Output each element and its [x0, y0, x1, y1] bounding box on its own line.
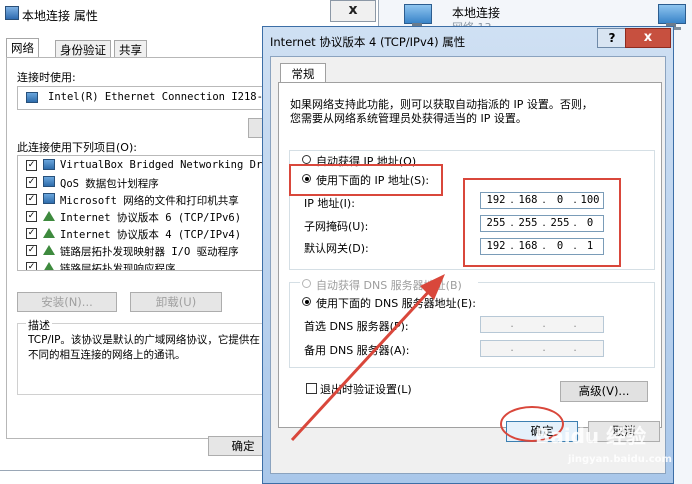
- protocol-icon: [43, 262, 55, 270]
- item-label: QoS 数据包计划程序: [60, 178, 159, 190]
- item-label: Microsoft 网络的文件和打印机共享: [60, 195, 239, 207]
- help-button[interactable]: ?: [597, 28, 627, 48]
- list-item[interactable]: ✓ 链路层拓扑发现响应程序: [18, 258, 268, 271]
- baidu-watermark: Baidu 经验: [535, 424, 647, 448]
- window-icon: [5, 6, 19, 20]
- dialog-close-button[interactable]: x: [625, 28, 671, 48]
- default-gateway-label: 默认网关(D):: [304, 242, 369, 255]
- annotation-box-manual-ip: [289, 164, 443, 196]
- description-label: 描述: [26, 317, 52, 333]
- item-checkbox[interactable]: ✓: [26, 177, 37, 188]
- list-item[interactable]: ✓ VirtualBox Bridged Networking Driver: [18, 156, 268, 173]
- item-checkbox[interactable]: ✓: [26, 194, 37, 205]
- adapter-icon: [26, 92, 38, 103]
- bg-window-close-button[interactable]: x: [330, 0, 376, 22]
- adapter-box: Intel(R) Ethernet Connection I218-LM: [17, 86, 269, 110]
- advanced-button[interactable]: 高级(V)...: [560, 381, 648, 402]
- description-text: TCP/IP。该协议是默认的广域网络协议，它提供在不同的相互连接的网络上的通讯。: [28, 334, 260, 361]
- annotation-arrow: [290, 274, 445, 442]
- item-checkbox[interactable]: ✓: [26, 211, 37, 222]
- tab-general[interactable]: 常规: [280, 63, 326, 84]
- subnet-mask-label: 子网掩码(U):: [304, 220, 369, 233]
- network-sub: 网络 13: [452, 19, 492, 26]
- list-item[interactable]: ✓ QoS 数据包计划程序: [18, 173, 268, 190]
- protocol-icon: [43, 245, 55, 255]
- protocol-icon: [43, 228, 55, 238]
- network-service-icon: [43, 193, 55, 204]
- watermark-url: jingyan.baidu.com: [568, 454, 672, 465]
- adapter-name: Intel(R) Ethernet Connection I218-LM: [48, 91, 269, 103]
- intro-text-line2: 您需要从网络系统管理员处获得适当的 IP 设置。: [290, 112, 527, 125]
- item-checkbox[interactable]: ✓: [26, 245, 37, 256]
- item-label: Internet 协议版本 6 (TCP/IPv6): [60, 212, 242, 224]
- ip-address-label: IP 地址(I):: [304, 197, 355, 210]
- list-item-selected[interactable]: ✓ Internet 协议版本 4 (TCP/IPv4): [18, 224, 268, 241]
- preferred-dns-input[interactable]: ...: [480, 316, 604, 333]
- network-service-icon: [43, 176, 55, 187]
- item-label: VirtualBox Bridged Networking Driver: [60, 159, 269, 171]
- items-list: ✓ VirtualBox Bridged Networking Driver ✓…: [17, 155, 269, 271]
- list-item[interactable]: ✓ 链路层拓扑发现映射器 I/O 驱动程序: [18, 241, 268, 258]
- protocol-icon: [43, 211, 55, 221]
- list-item[interactable]: ✓ Internet 协议版本 6 (TCP/IPv6): [18, 207, 268, 224]
- uninstall-button[interactable]: 卸载(U): [130, 292, 222, 312]
- network-client-icon: [43, 159, 55, 170]
- alternate-dns-input[interactable]: ...: [480, 340, 604, 357]
- item-label: 链路层拓扑发现映射器 I/O 驱动程序: [60, 246, 239, 258]
- item-label: Internet 协议版本 4 (TCP/IPv4): [60, 229, 242, 241]
- auto-ip-radio[interactable]: [302, 155, 311, 164]
- tab-network[interactable]: 网络: [6, 38, 39, 59]
- bg-window-title: 本地连接 属性: [22, 9, 98, 23]
- item-checkbox[interactable]: ✓: [26, 228, 37, 239]
- list-item[interactable]: ✓ Microsoft 网络的文件和打印机共享: [18, 190, 268, 207]
- item-checkbox[interactable]: ✓: [26, 160, 37, 171]
- item-label: 链路层拓扑发现响应程序: [60, 263, 176, 271]
- dialog-title: Internet 协议版本 4 (TCP/IPv4) 属性: [270, 35, 466, 49]
- install-button[interactable]: 安装(N)...: [17, 292, 117, 312]
- items-label: 此连接使用下列项目(O):: [17, 141, 137, 154]
- annotation-box-ip-fields: [463, 178, 621, 267]
- connect-using-label: 连接时使用:: [17, 71, 76, 84]
- item-checkbox[interactable]: ✓: [26, 262, 37, 270]
